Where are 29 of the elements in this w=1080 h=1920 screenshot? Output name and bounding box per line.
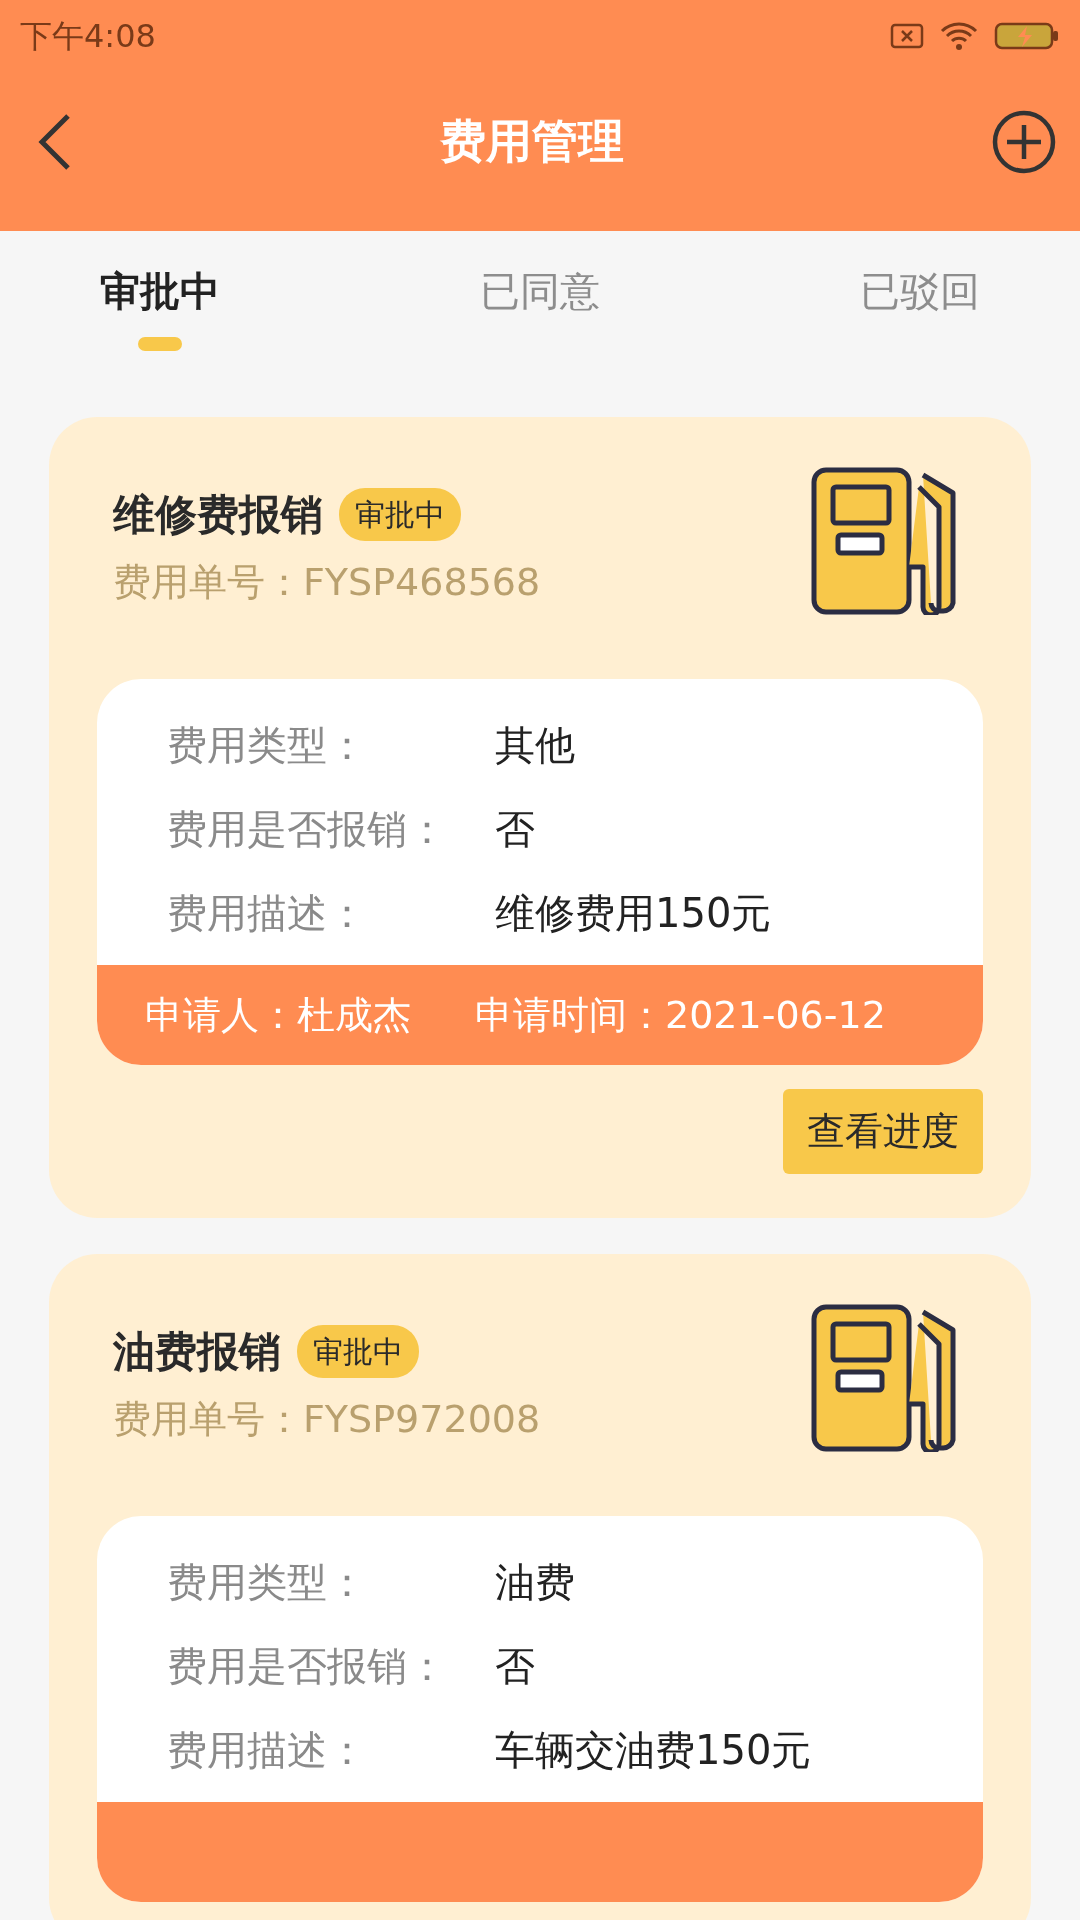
field-value: 否: [495, 805, 535, 854]
field-value: 油费: [495, 1558, 575, 1607]
field-label: 费用是否报销：: [167, 805, 448, 854]
apply-time-text: 申请时间：2021-06-12: [475, 991, 886, 1039]
field-label: 费用是否报销：: [167, 1642, 448, 1691]
back-icon[interactable]: [36, 111, 72, 172]
page-title: 费用管理: [440, 113, 624, 170]
wifi-icon: [940, 21, 978, 51]
view-progress-button[interactable]: 查看进度: [783, 1089, 983, 1174]
status-time: 下午4:08: [20, 16, 156, 57]
sim-card-icon: [890, 23, 924, 49]
tab[interactable]: 审批中: [40, 261, 280, 351]
field-value: 维修费用150元: [495, 889, 772, 938]
field-value: 否: [495, 1642, 535, 1691]
applicant-text: 申请人：杜成杰: [145, 991, 411, 1039]
battery-charging-icon: [994, 21, 1060, 51]
field-value: 其他: [495, 721, 575, 770]
status-badge: 审批中: [297, 1325, 419, 1378]
status-badge: 审批中: [339, 488, 461, 541]
order-number: 费用单号：FYSP468568: [113, 559, 541, 606]
field-label: 费用类型：: [167, 721, 368, 770]
field-label: 费用描述：: [167, 1726, 368, 1775]
add-icon[interactable]: [992, 109, 1056, 174]
field-value: 车辆交油费150元: [495, 1726, 812, 1775]
field-label: 费用类型：: [167, 1558, 368, 1607]
field-label: 费用描述：: [167, 889, 368, 938]
card-title: 油费报销: [113, 1326, 281, 1378]
order-number: 费用单号：FYSP972008: [113, 1396, 541, 1443]
card-title: 维修费报销: [113, 489, 323, 541]
